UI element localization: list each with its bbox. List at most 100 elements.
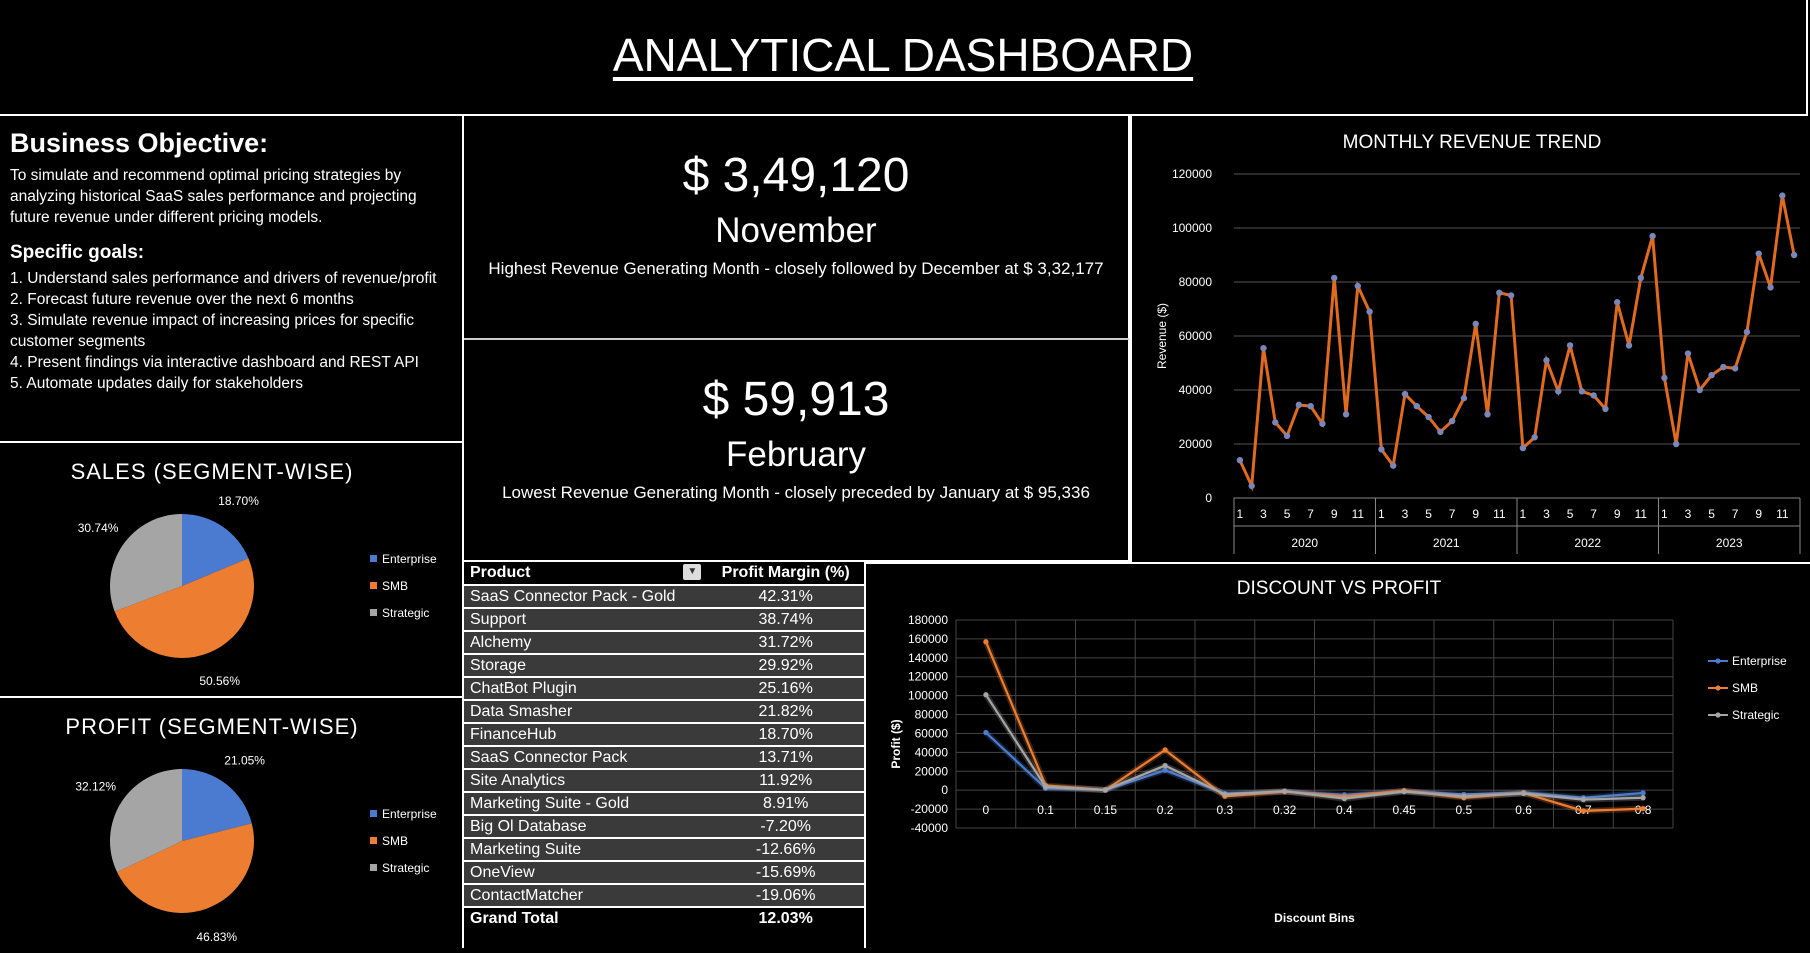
legend-label-smb: SMB (1732, 681, 1758, 695)
product-cell: Marketing Suite (464, 837, 708, 861)
revenue-point (1437, 428, 1444, 436)
revenue-point (1354, 282, 1362, 290)
product-cell: Big Ol Database (464, 814, 708, 838)
table-row[interactable]: SaaS Connector Pack - Gold 42.31% (464, 584, 864, 608)
revenue-point (1566, 342, 1574, 349)
series-point-smb (1640, 806, 1646, 812)
month-tick-label: 7 (1732, 507, 1739, 521)
revenue-point (1496, 289, 1503, 296)
revenue-point (1531, 434, 1538, 441)
revenue-point (1295, 401, 1303, 409)
table-row[interactable]: Storage 29.92% (464, 653, 864, 677)
goal-item: 3. Simulate revenue impact of increasing… (10, 312, 415, 350)
y-tick-label: 140000 (908, 651, 948, 665)
product-cell: Storage (464, 653, 708, 677)
month-tick-label: 1 (1237, 507, 1244, 521)
product-margin-table: Product ▼ Profit Margin (%) SaaS Connect… (464, 562, 864, 929)
revenue-point (1236, 457, 1244, 464)
y-tick-label: 100000 (1172, 221, 1212, 235)
y-tick-label: 120000 (1172, 167, 1212, 181)
month-tick-label: 1 (1378, 507, 1385, 521)
month-tick-label: 9 (1614, 507, 1621, 521)
revenue-point (1602, 405, 1609, 413)
grand-total-row: Grand Total 12.03% (464, 906, 864, 929)
legend-label-enterprise: Enterprise (382, 807, 437, 821)
table-row[interactable]: Marketing Suite -12.66% (464, 837, 864, 861)
month-tick-label: 7 (1307, 507, 1314, 521)
month-tick-label: 11 (1776, 507, 1789, 521)
y-tick-label: 180000 (908, 613, 948, 627)
y-tick-label: 20000 (1179, 437, 1213, 451)
product-cell: FinanceHub (464, 722, 708, 746)
pie-data-label: 18.70% (218, 494, 259, 508)
legend-label-strategic: Strategic (382, 861, 429, 875)
table-row[interactable]: OneView -15.69% (464, 860, 864, 884)
kpi-low-note: Lowest Revenue Generating Month - closel… (502, 483, 1090, 502)
y-tick-label: 40000 (1179, 383, 1213, 397)
series-point-smb (1162, 747, 1168, 753)
pie-data-label: 46.83% (196, 930, 237, 944)
y-tick-label: 20000 (915, 764, 949, 778)
goal-item: 2. Forecast future revenue over the next… (10, 291, 354, 308)
table-row[interactable]: Alchemy 31.72% (464, 630, 864, 654)
revenue-point (1625, 342, 1633, 349)
revenue-point (1448, 417, 1456, 425)
x-tick-label: 0.2 (1157, 803, 1174, 817)
legend-label-smb: SMB (382, 579, 408, 593)
table-row[interactable]: FinanceHub 18.70% (464, 722, 864, 746)
table-row[interactable]: ChatBot Plugin 25.16% (464, 676, 864, 700)
table-row[interactable]: Support 38.74% (464, 607, 864, 631)
year-label: 2020 (1291, 536, 1318, 550)
y-tick-label: 60000 (915, 726, 949, 740)
month-tick-label: 11 (1635, 507, 1648, 521)
revenue-point (1460, 394, 1468, 402)
revenue-point (1590, 392, 1597, 399)
revenue-point (1307, 403, 1314, 410)
dashboard-title: ANALYTICAL DASHBOARD (612, 29, 1194, 81)
series-point-strategic (1401, 789, 1407, 795)
table-row[interactable]: Marketing Suite - Gold 8.91% (464, 791, 864, 815)
revenue-point (1519, 444, 1527, 452)
month-tick-label: 7 (1590, 507, 1597, 521)
legend-marker-smb (1715, 685, 1721, 691)
margin-cell: 38.74% (707, 607, 864, 631)
table-row[interactable]: Site Analytics 11.92% (464, 768, 864, 792)
table-row[interactable]: Data Smasher 21.82% (464, 699, 864, 723)
month-tick-label: 3 (1543, 507, 1550, 521)
series-point-strategic (1640, 795, 1646, 801)
series-point-strategic (1043, 784, 1049, 790)
revenue-point (1331, 274, 1338, 282)
product-column-header[interactable]: Product ▼ (464, 562, 708, 585)
product-cell: Support (464, 607, 708, 631)
margin-cell: -15.69% (707, 860, 864, 884)
goal-item: 5. Automate updates daily for stakeholde… (10, 375, 303, 392)
margin-cell: 29.92% (707, 653, 864, 677)
revenue-point (1425, 413, 1432, 421)
y-axis-label: Revenue ($) (1155, 303, 1169, 369)
monthly-revenue-panel: MONTHLY REVENUE TREND 0 20000 40000 60000 800… (1130, 116, 1810, 562)
pie-data-label: 50.56% (199, 674, 240, 688)
filter-dropdown-icon[interactable]: ▼ (683, 564, 702, 580)
sales-pie-title: SALES (SEGMENT-WISE) (70, 459, 354, 484)
table-row[interactable]: ContactMatcher -19.06% (464, 883, 864, 907)
month-tick-label: 9 (1755, 507, 1762, 521)
margin-cell: 11.92% (707, 768, 864, 792)
y-tick-label: -20000 (911, 802, 949, 816)
series-point-strategic (1580, 797, 1586, 803)
margin-cell: 13.71% (707, 745, 864, 769)
title-bar: ANALYTICAL DASHBOARD (0, 0, 1808, 116)
table-row[interactable]: Big Ol Database -7.20% (464, 814, 864, 838)
y-tick-label: -40000 (911, 821, 949, 835)
y-tick-label: 80000 (1179, 275, 1213, 289)
revenue-point (1637, 274, 1645, 282)
series-point-strategic (1222, 791, 1228, 798)
revenue-point (1661, 374, 1668, 382)
sales-segment-pie-panel: SALES (SEGMENT-WISE) 18.70% 50.56% 30.74% E… (0, 443, 464, 698)
table-row[interactable]: SaaS Connector Pack 13.71% (464, 745, 864, 769)
pie-data-label: 21.05% (224, 754, 265, 768)
revenue-point (1696, 386, 1703, 394)
table-header-row: Product ▼ Profit Margin (%) (464, 562, 864, 585)
x-tick-label: 0.3 (1217, 803, 1234, 817)
series-point-strategic (1341, 796, 1347, 802)
revenue-point (1790, 251, 1798, 259)
